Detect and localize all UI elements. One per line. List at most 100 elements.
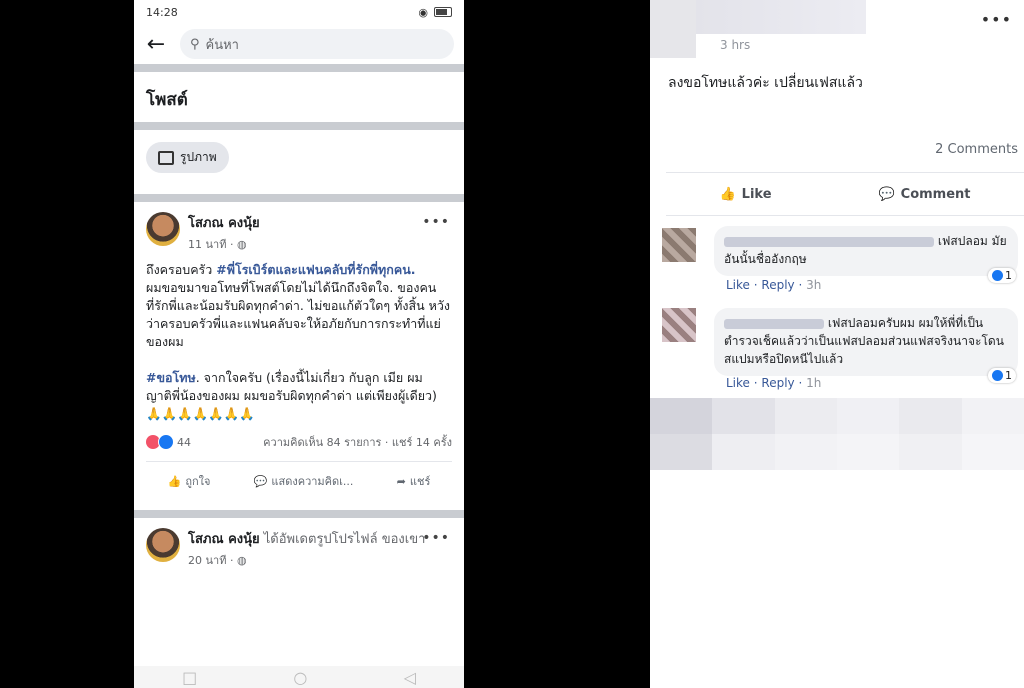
blur-block xyxy=(712,434,775,470)
comment-reactions[interactable]: 1 xyxy=(988,268,1016,283)
comment-reply-link[interactable]: Reply xyxy=(761,376,794,390)
like-label: ถูกใจ xyxy=(185,475,211,488)
comment-label: Comment xyxy=(900,186,971,202)
post-paragraph: ผมขอขมาขอโทษที่โพสต์โดยไม่ได้นึกถึงจิตใจ… xyxy=(146,280,450,349)
comment-count[interactable]: 2 Comments xyxy=(935,142,1018,157)
globe-icon: ◍ xyxy=(236,554,247,567)
comment-button[interactable]: 💬 แสดงความคิดเ... xyxy=(254,472,354,490)
comment-reply-link[interactable]: Reply xyxy=(761,278,794,292)
filter-row: รูปภาพ xyxy=(134,130,464,194)
share-button[interactable]: ➦ แชร์ xyxy=(397,472,431,490)
hashtag-link[interactable]: #ขอโทษ xyxy=(146,370,196,385)
post-header: โสภณ คงนุ้ย 11 นาที · ◍ xyxy=(146,212,452,253)
avatar[interactable] xyxy=(146,528,180,562)
activity-text: ได้อัพเดตรูปโปรไฟล์ ของเขา xyxy=(259,532,426,547)
more-options-icon[interactable]: ••• xyxy=(422,214,450,230)
share-icon: ➦ xyxy=(396,474,406,488)
post-line1: ถึงครอบครัว xyxy=(146,262,217,277)
post-actions: 👍 ถูกใจ 💬 แสดงความคิดเ... ➦ แชร์ xyxy=(146,461,452,500)
like-reaction-icon xyxy=(992,370,1003,381)
avatar xyxy=(650,0,696,58)
more-options-icon[interactable]: ••• xyxy=(422,530,450,546)
blur-block xyxy=(836,434,900,470)
divider xyxy=(134,194,464,202)
post-body: ถึงครอบครัว #พี่โรเบิร์ตและแฟนคลับที่รัก… xyxy=(146,261,452,423)
post-time[interactable]: 3 hrs xyxy=(720,38,750,52)
comments-shares[interactable]: ความคิดเห็น 84 รายการ · แชร์ 14 ครั้ง xyxy=(263,433,452,451)
comment-time[interactable]: 3h xyxy=(806,278,821,292)
divider xyxy=(134,510,464,518)
mobile-facebook-screen: 14:28 ◉ ← ⚲ ค้นหา โพสต์ รูปภาพ โสภณ คงนุ… xyxy=(134,0,464,688)
search-input[interactable]: ⚲ ค้นหา xyxy=(180,29,454,59)
wifi-icon: ◉ xyxy=(418,5,428,19)
comment-icon: 💬 xyxy=(253,474,268,488)
back-arrow-icon[interactable]: ← xyxy=(144,32,168,57)
author-name[interactable]: โสภณ คงนุ้ย xyxy=(188,212,260,233)
divider xyxy=(134,122,464,130)
battery-icon xyxy=(434,7,452,17)
comment-button[interactable]: 💬 Comment xyxy=(878,187,970,202)
comment: เฟสปลอมครับผม ผมให้พี่ที่เป็นตำรวจเช็คแล… xyxy=(662,302,1018,398)
like-button[interactable]: 👍 Like xyxy=(719,187,771,202)
reaction-count: 44 xyxy=(177,435,191,449)
comment-like-link[interactable]: Like xyxy=(726,376,750,390)
comment-label: แสดงความคิดเ... xyxy=(271,475,354,488)
globe-icon: ◍ xyxy=(236,238,247,251)
comment-meta: Like · Reply · 1h xyxy=(726,376,822,390)
hashtag-link[interactable]: #พี่โรเบิร์ตและแฟนคลับที่รักพี่ทุกคน. xyxy=(216,262,415,277)
blur-block xyxy=(961,398,1024,434)
search-placeholder: ค้นหา xyxy=(205,37,239,53)
author-name[interactable]: โสภณ คงนุ้ย xyxy=(188,532,260,547)
thumbs-up-icon: 👍 xyxy=(719,186,736,202)
comment-time[interactable]: 1h xyxy=(806,376,821,390)
avatar xyxy=(662,228,696,262)
status-bar: 14:28 ◉ xyxy=(134,0,464,24)
blur-block xyxy=(774,434,837,470)
post-time: 11 นาที · ◍ xyxy=(188,235,260,253)
reaction-count: 1 xyxy=(1005,269,1012,282)
search-row: ← ⚲ ค้นหา xyxy=(134,24,464,64)
back-icon[interactable]: ◁ xyxy=(404,668,416,687)
commenter-name xyxy=(724,318,824,329)
post-header: 3 hrs ••• xyxy=(650,0,1024,60)
comment-meta: Like · Reply · 3h xyxy=(726,278,822,292)
home-icon[interactable]: ○ xyxy=(293,668,307,687)
avatar[interactable] xyxy=(146,212,180,246)
chip-label: รูปภาพ xyxy=(180,150,217,164)
post-time-text: 20 นาที · xyxy=(188,554,237,567)
search-icon: ⚲ xyxy=(190,36,200,52)
blur-block xyxy=(774,398,837,434)
image-icon xyxy=(158,150,174,165)
comment-icon: 💬 xyxy=(878,186,895,202)
post-header: โสภณ คงนุ้ย ได้อัพเดตรูปโปรไฟล์ ของเขา 2… xyxy=(146,528,452,569)
android-nav-bar: □ ○ ◁ xyxy=(134,666,464,688)
post-stats: 44 ความคิดเห็น 84 รายการ · แชร์ 14 ครั้ง xyxy=(146,433,452,451)
section-title: โพสต์ xyxy=(146,90,188,110)
post-actions: 👍 Like 💬 Comment xyxy=(666,172,1024,216)
comment-reactions[interactable]: 1 xyxy=(988,368,1016,383)
more-options-icon[interactable]: ••• xyxy=(981,10,1012,29)
blurred-comment-input xyxy=(650,434,1024,470)
comment: เฟสปลอม มัย อันนั้นชื่ออังกฤษ 1 Like · R… xyxy=(662,222,1018,298)
blur-block xyxy=(899,434,962,470)
emoji-row: 🙏🙏🙏🙏🙏🙏🙏 xyxy=(146,406,255,421)
comment-like-link[interactable]: Like xyxy=(726,278,750,292)
recent-apps-icon[interactable]: □ xyxy=(182,668,197,687)
blur-block xyxy=(650,398,713,434)
status-time: 14:28 xyxy=(146,5,178,19)
blur-block xyxy=(650,434,713,470)
photos-filter-chip[interactable]: รูปภาพ xyxy=(146,142,229,173)
post-card: โสภณ คงนุ้ย ได้อัพเดตรูปโปรไฟล์ ของเขา 2… xyxy=(134,518,464,579)
blur-block xyxy=(899,398,962,434)
comment-bubble: เฟสปลอม มัย อันนั้นชื่ออังกฤษ xyxy=(714,226,1018,276)
divider xyxy=(134,64,464,72)
reaction-summary[interactable]: 44 xyxy=(146,434,191,450)
like-button[interactable]: 👍 ถูกใจ xyxy=(168,472,211,490)
desktop-facebook-post: 3 hrs ••• ลงขอโทษแล้วค่ะ เปลี่ยนเฟสแล้ว … xyxy=(650,0,1024,688)
post-time: 20 นาที · ◍ xyxy=(188,551,428,569)
post-card: โสภณ คงนุ้ย 11 นาที · ◍ ••• ถึงครอบครัว … xyxy=(134,202,464,510)
blur-block xyxy=(961,434,1024,470)
commenter-name xyxy=(724,236,934,247)
author-name xyxy=(696,0,866,34)
reaction-count: 1 xyxy=(1005,369,1012,382)
